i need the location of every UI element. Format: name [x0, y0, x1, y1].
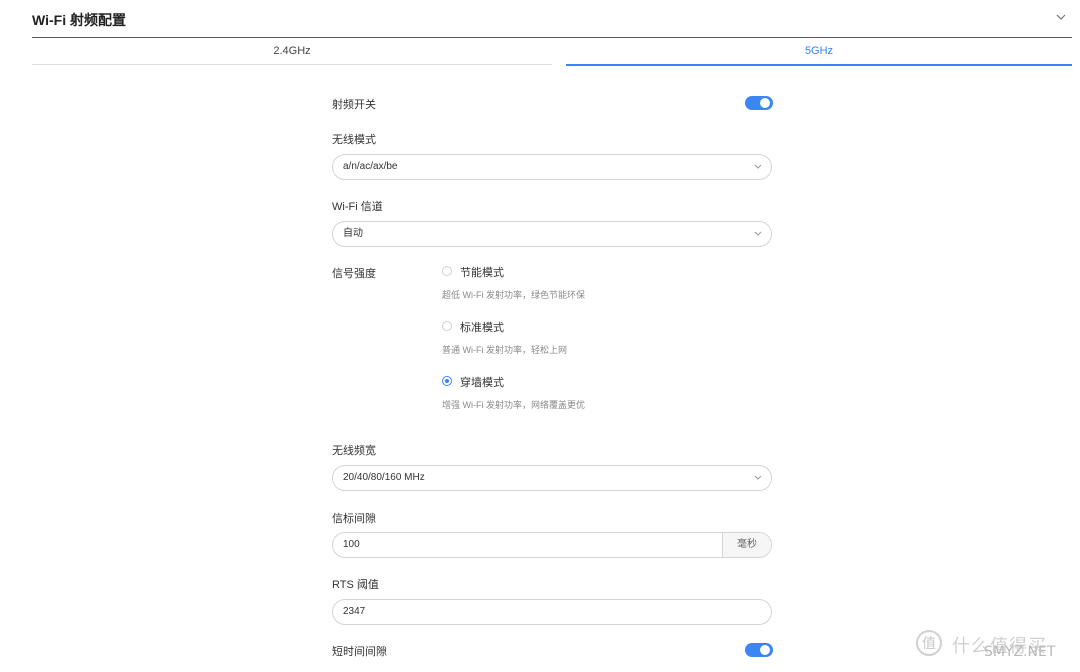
- signal-strength-label: 信号强度: [332, 268, 376, 280]
- short-gi-label: 短时间间隙: [332, 646, 387, 658]
- chevron-down-icon: [754, 164, 762, 169]
- tab-5ghz[interactable]: 5GHz: [566, 38, 1072, 66]
- section-title: Wi-Fi 射频配置: [32, 12, 126, 28]
- wireless-mode-select[interactable]: a/n/ac/ax/be: [332, 154, 772, 180]
- option-standard-desc: 普通 Wi-Fi 发射功率，轻松上网: [442, 345, 567, 355]
- beacon-interval-label: 信标间隙: [332, 513, 376, 525]
- channel-value: 自动: [343, 228, 363, 239]
- rts-threshold-input[interactable]: 2347: [332, 599, 772, 625]
- option-power-save-label[interactable]: 节能模式: [460, 264, 504, 280]
- option-wall-penetration-label[interactable]: 穿墙模式: [460, 374, 504, 390]
- section-header[interactable]: Wi-Fi 射频配置: [0, 0, 1080, 38]
- option-wall-penetration-desc: 增强 Wi-Fi 发射功率，网络覆盖更优: [442, 400, 585, 410]
- watermark: 值 什么值得买 SMYZ.NET: [916, 630, 1076, 664]
- channel-select[interactable]: 自动: [332, 221, 772, 247]
- watermark-logo-icon: 值: [916, 630, 942, 656]
- chevron-down-icon: [754, 475, 762, 480]
- beacon-interval-value: 100: [343, 539, 360, 550]
- wireless-mode-label: 无线模式: [332, 134, 376, 146]
- beacon-unit: 毫秒: [722, 533, 771, 557]
- chevron-up-icon[interactable]: [1054, 10, 1068, 24]
- chevron-down-icon: [754, 231, 762, 236]
- beacon-interval-input[interactable]: 100 毫秒: [332, 532, 772, 558]
- rts-threshold-label: RTS 阈值: [332, 579, 379, 591]
- wireless-mode-value: a/n/ac/ax/be: [343, 161, 398, 172]
- bandwidth-select[interactable]: 20/40/80/160 MHz: [332, 465, 772, 491]
- bandwidth-value: 20/40/80/160 MHz: [343, 472, 425, 483]
- bandwidth-label: 无线频宽: [332, 445, 376, 457]
- radio-power-save[interactable]: [442, 266, 452, 276]
- toggle-knob: [760, 98, 770, 108]
- radio-wall-penetration[interactable]: [442, 376, 452, 386]
- rts-threshold-value: 2347: [343, 606, 366, 617]
- toggle-knob: [760, 645, 770, 655]
- rf-switch-toggle[interactable]: [745, 96, 773, 110]
- watermark-site: SMYZ.NET: [984, 644, 1056, 660]
- option-standard-label[interactable]: 标准模式: [460, 319, 504, 335]
- radio-standard[interactable]: [442, 321, 452, 331]
- option-power-save-desc: 超低 Wi-Fi 发射功率，绿色节能环保: [442, 290, 585, 300]
- short-gi-toggle[interactable]: [745, 643, 773, 657]
- rf-switch-label: 射频开关: [332, 99, 376, 111]
- channel-label: Wi-Fi 信道: [332, 201, 383, 213]
- band-tabs: 2.4GHz 5GHz: [32, 38, 1072, 66]
- tab-2-4ghz[interactable]: 2.4GHz: [32, 38, 552, 65]
